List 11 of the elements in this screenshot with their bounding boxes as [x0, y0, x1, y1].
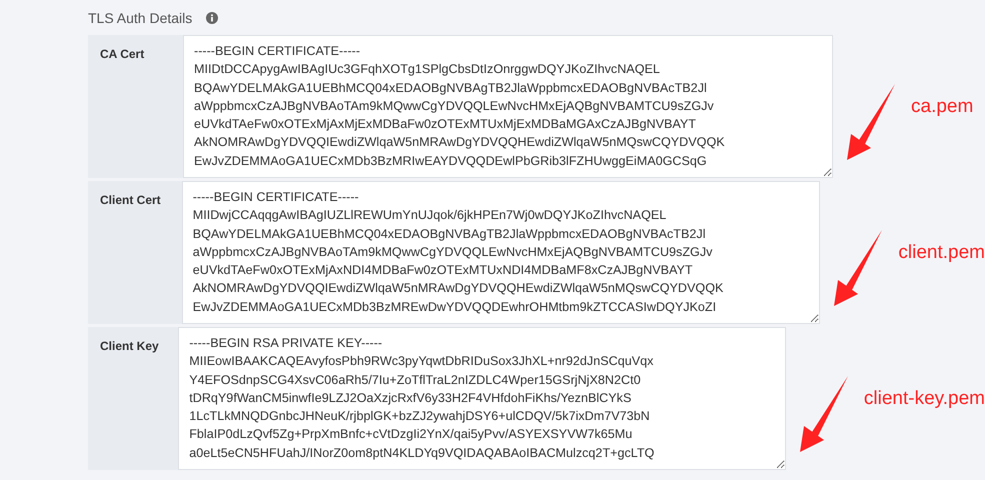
field-label: Client Key [88, 327, 178, 470]
annotation-text: ca.pem [911, 96, 974, 118]
info-icon [206, 12, 218, 24]
certificate-textarea[interactable]: -----BEGIN CERTIFICATE----- MIIDtDCCApygAwIBAgIUc3GFqhXOTg1SPlgCbsDtIzOnrggwDQYJKoZIhvcNAQEL BQAwYDELMAkGA1UEBhMCQ04xEDAOBgNVBAgTB2JlaWppbmcxEDAOBgNVBAcTB2Jl aWppbmcxCzAJBgNVBAoTAm9kMQwwCgYDVQQLEwNvcHMxEjAQBgNVBAMTCU9sZGJv eUVkdTAeFw0xOTExMjAxMjExMDBaFw0zOTExMTUxMjExMDBaMGAxCzAJBgNVBAYT AkNOMRAwDgYDVQQIEwdiZWlqaW5nMRAwDgYDVQQHEwdiZWlqaW5nMQswCQYDVQQK EwJvZDEMMAoGA1UECxMDb3BzMRIwEAYDVQQDEwlPbGRib3lFZHUwggEiMA0GCSqG [183, 35, 833, 178]
section-title: TLS Auth Details [88, 10, 192, 26]
annotation-text: client-key.pem [864, 388, 985, 410]
field-label: Client Cert [88, 181, 182, 324]
annotation-text: client.pem [898, 242, 985, 264]
certificate-textarea[interactable]: -----BEGIN CERTIFICATE----- MIIDwjCCAqqgAwIBAgIUZLlREWUmYnUJqok/6jkHPEn7Wj0wDQYJKoZIhvcNAQEL BQAwYDELMAkGA1UEBhMCQ04xEDAOBgNVBAgTB2JlaWppbmcxEDAOBgNVBAcTB2Jl aWppbmcxCzAJBgNVBAoTAm9kMQwwCgYDVQQLEwNvcHMxEjAQBgNVBAMTCU9sZGJv eUVkdTAeFw0xOTExMjAxNDI4MDBaFw0zOTExMTUxNDI4MDBaMF8xCzAJBgNVBAYT AkNOMRAwDgYDVQQIEwdiZWlqaW5nMRAwDgYDVQQHEwdiZWlqaW5nMQswCQYDVQQK EwJvZDEMMAoGA1UECxMDb3BzMREwDwYDVQQDEwhrOHMtbm9kZTCCASIwDQYJKoZI [182, 181, 820, 324]
field-label: CA Cert [88, 35, 183, 178]
certificate-textarea[interactable]: -----BEGIN RSA PRIVATE KEY----- MIIEowIBAAKCAQEAvyfosPbh9RWc3pyYqwtDbRIDuSox3JhXL+nr92dJnSCquVqx Y4EFOSdnpSCG4XsvC06aRh5/7Iu+ZoTflTraL2nIZDLC4Wper15GSrjNjX8N2Ct0 tDRqY9fWanCM5inwfIe9LZJ2OaXzjcRxfV6y33H2F4VHfdohFiKhs/YeznBlCYkS 1LcTLkMNQDGnbcJHNeuK/rjbplGK+bzZJ2ywahjDSY6+ulCDQV/5k7ixDm7V73bN FblaIP0dLzQvf5Zg+PrpXmBnfc+cVtDzgIi2YnX/qai5yPvv/ASYEXSYVW7k65Mu a0eLt5eCN5HFUahJ/INorZ0om8ptN4KLDYq9VQIDAQABAoIBACMulzcq2T+gcLTQ [178, 327, 786, 470]
